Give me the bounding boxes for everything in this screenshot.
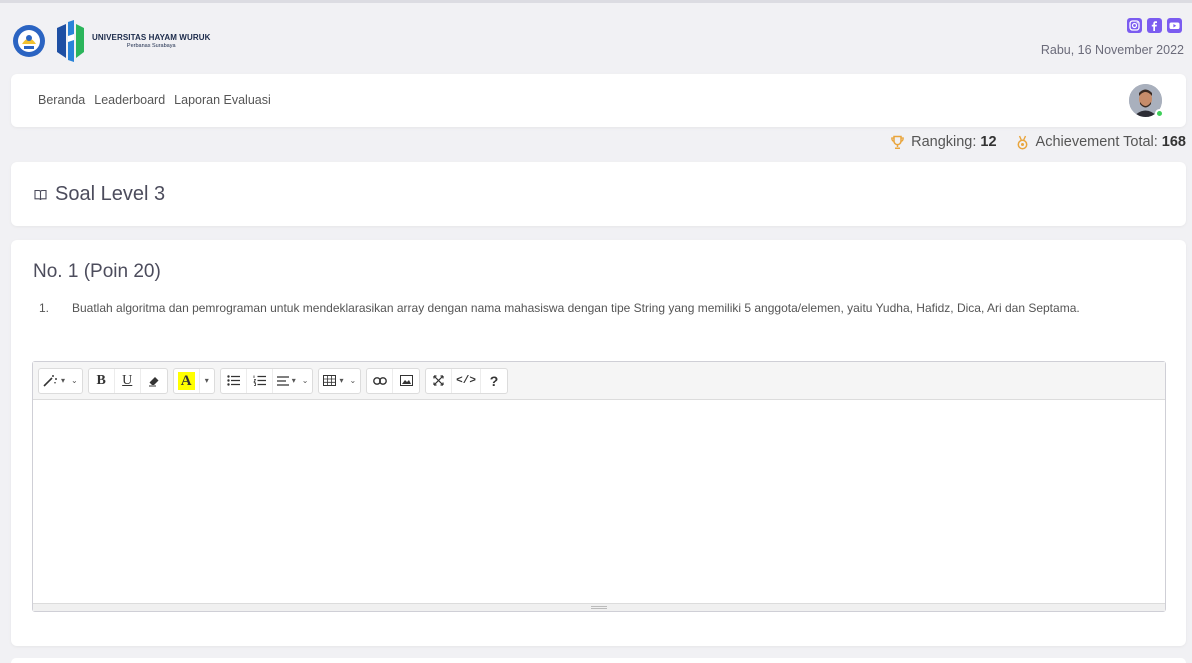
online-status-indicator (1155, 109, 1164, 118)
paragraph-align-button[interactable]: ▾ ⌄ (273, 369, 313, 393)
link-icon (372, 376, 387, 385)
question-body: 1. Buatlah algoritma dan pemrograman unt… (39, 298, 1179, 319)
clear-format-button[interactable] (141, 369, 167, 393)
bold-icon: B (96, 372, 106, 388)
toolbar-group-font: B U (87, 367, 168, 394)
current-date: Rabu, 16 November 2022 (1040, 43, 1184, 57)
help-icon: ? (489, 372, 499, 389)
editor-resize-bar[interactable] (33, 603, 1165, 611)
ordered-list-button[interactable] (247, 368, 273, 393)
insert-link-button[interactable] (367, 368, 394, 393)
toolbar-group-para: ▾ ⌄ (219, 367, 314, 394)
user-stats: Rangking: 12 Achievement Total: 168 (890, 134, 1186, 150)
level-title: Soal Level 3 (55, 183, 166, 205)
expand-icon (433, 375, 444, 386)
trophy-icon (890, 135, 905, 150)
social-links (1127, 18, 1182, 33)
question-text: Buatlah algoritma dan pemrograman untuk … (72, 301, 1080, 315)
table-icon (323, 375, 337, 386)
logo-text: UNIVERSITAS HAYAM WURUK Perbanas Surabay… (92, 33, 210, 49)
instagram-icon[interactable] (1127, 18, 1142, 33)
fullscreen-button[interactable] (426, 368, 453, 393)
level-card: Soal Level 3 (11, 162, 1186, 226)
rank-value: 12 (980, 134, 997, 150)
table-button[interactable]: ▾ ⌄ (319, 369, 360, 393)
book-open-icon (34, 189, 47, 201)
highlight-color-button[interactable]: A (174, 368, 200, 393)
header: UNIVERSITAS HAYAM WURUK Perbanas Surabay… (0, 3, 1192, 71)
caret-down-icon: ▾ (291, 376, 296, 385)
help-button[interactable]: ? (481, 369, 507, 393)
caret-down-icon: ▾ (339, 376, 344, 385)
unordered-list-button[interactable] (221, 368, 247, 393)
style-dropdown-button[interactable]: ▾ ⌄ (39, 369, 82, 393)
code-view-button[interactable]: </> (452, 368, 481, 393)
code-icon: </> (456, 374, 476, 387)
underline-icon: U (122, 372, 133, 388)
nav-link-laporan-evaluasi[interactable]: Laporan Evaluasi (174, 93, 271, 107)
editor-toolbar: ▾ ⌄ B U A ▾ ▾ ⌄ ▾ ⌄ </> ? (33, 362, 1165, 400)
align-left-icon (276, 375, 289, 386)
logo-title: UNIVERSITAS HAYAM WURUK (92, 33, 211, 42)
chevron-down-icon: ⌄ (301, 376, 309, 385)
text-highlight-icon: A (177, 371, 195, 390)
caret-down-icon: ▾ (204, 376, 209, 385)
chevron-down-icon: ▾ (61, 376, 66, 385)
medal-icon (1015, 135, 1030, 150)
rich-text-editor: ▾ ⌄ B U A ▾ ▾ ⌄ ▾ ⌄ </> ? (32, 361, 1166, 612)
image-icon (399, 375, 413, 386)
chevron-down-icon: ⌄ (71, 376, 78, 385)
facebook-icon[interactable] (1147, 18, 1162, 33)
nav-link-beranda[interactable]: Beranda (38, 93, 85, 107)
kemdikbud-logo-icon (13, 25, 45, 57)
rank-label: Rangking: (911, 134, 977, 150)
editor-content-area[interactable] (33, 400, 1165, 603)
numbered-list-icon (253, 375, 266, 386)
logo-subtitle: Perbanas Surabaya (126, 43, 176, 49)
toolbar-group-color: A ▾ (172, 367, 215, 394)
eraser-icon (148, 376, 159, 386)
toolbar-group-table: ▾ ⌄ (318, 367, 362, 394)
logo-area[interactable]: UNIVERSITAS HAYAM WURUK Perbanas Surabay… (12, 18, 210, 64)
insert-image-button[interactable] (393, 369, 419, 393)
next-card (11, 658, 1186, 663)
level-heading: Soal Level 3 (34, 183, 165, 206)
toolbar-group-view: </> ? (425, 367, 508, 394)
navbar: Beranda Leaderboard Laporan Evaluasi (11, 74, 1186, 127)
bold-button[interactable]: B (89, 368, 115, 393)
toolbar-group-style: ▾ ⌄ (38, 367, 83, 394)
achievement-label: Achievement Total: (1035, 134, 1158, 150)
underline-button[interactable]: U (115, 368, 141, 393)
nav-links: Beranda Leaderboard Laporan Evaluasi (38, 93, 271, 107)
bullet-list-icon (227, 375, 240, 386)
question-card: No. 1 (Poin 20) 1. Buatlah algoritma dan… (11, 240, 1186, 646)
magic-wand-icon (43, 375, 57, 387)
question-number: 1. (39, 301, 50, 315)
nav-link-leaderboard[interactable]: Leaderboard (94, 93, 165, 107)
question-title: No. 1 (Poin 20) (33, 261, 161, 282)
youtube-icon[interactable] (1167, 18, 1182, 33)
uhw-logo-icon (57, 20, 84, 62)
resize-grip-icon (591, 606, 607, 609)
color-dropdown-button[interactable]: ▾ (200, 369, 214, 393)
toolbar-group-insert (366, 367, 421, 394)
achievement-value: 168 (1161, 134, 1186, 150)
chevron-down-icon: ⌄ (349, 376, 357, 385)
